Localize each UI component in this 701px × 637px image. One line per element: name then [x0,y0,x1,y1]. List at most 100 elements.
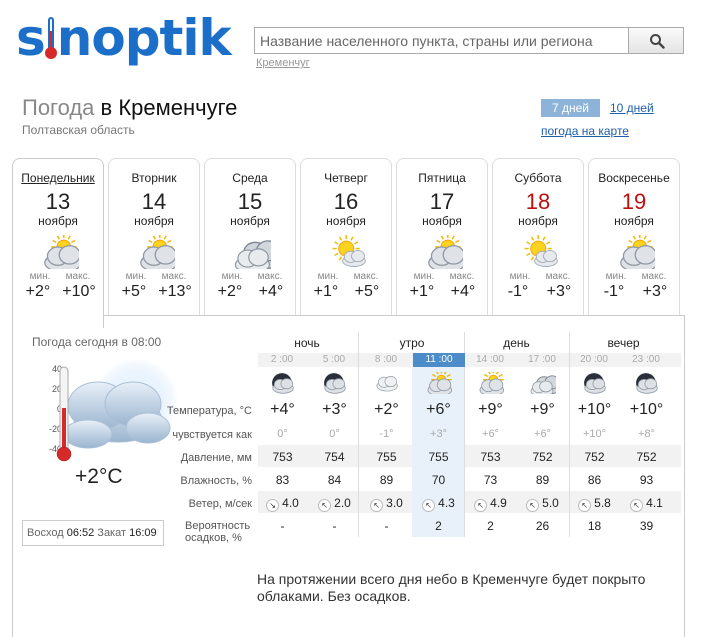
hour-temperature: +6° [426,401,451,418]
day-tab[interactable]: Понедельник 13 ноября мин. макс. +2° +10… [12,158,104,328]
night-cloudy-icon [580,372,608,399]
title-city: в Кременчуге [100,95,238,120]
search-icon [650,34,665,49]
hour-precipitation: - [384,519,389,533]
hour-temperature: +4° [270,401,295,418]
min-temp: +5° [121,283,147,300]
wind-speed: 4.3 [438,496,455,510]
day-description: На протяжении всего дня небо в Кременчуг… [257,571,646,604]
hour-label: 11 :00 [413,353,465,367]
hour-feels-like: +3° [430,428,447,440]
sunrise-time: 06:52 [66,527,95,539]
hour-humidity: 86 [587,473,602,487]
hour-precipitation: 39 [639,519,654,533]
max-label: макс. [257,271,283,282]
day-month: ноября [134,214,174,228]
hour-wind: ↖ 4.1 [620,496,673,512]
hour-wind: ↖ 4.9 [464,496,517,512]
wind-speed: 2.0 [334,496,351,510]
min-temp: +2° [217,283,243,300]
hour-wind: ↖ 2.0 [308,496,361,512]
search-input[interactable] [255,28,629,53]
max-temp: +4° [450,283,476,300]
sun-cloud-icon [327,235,367,274]
sinoptik-logo[interactable]: s noptik [16,8,232,68]
min-temp: -1° [603,283,625,300]
day-tab[interactable]: Четверг 16 ноября мин. макс. +1° +5° [300,158,392,316]
day-tab[interactable]: Воскресенье 19 ноября мин. макс. -1° +3° [588,158,680,316]
hour-humidity: 93 [639,473,654,487]
max-label: макс. [161,271,187,282]
day-name: Суббота [514,171,562,185]
day-part-label: ночь [294,336,320,350]
hour-wind: ↖ 5.8 [568,496,621,512]
partly-cloudy-icon [423,234,467,274]
hour-pressure: 752 [532,450,553,464]
hour-label: 14 :00 [476,354,504,365]
hour-label: 5 :00 [322,354,346,365]
sunset-label: Закат [97,527,127,539]
search-button[interactable] [628,28,683,53]
row-label-humidity: Влажность, % [180,475,252,487]
sun-times: Восход 06:52 Закат 16:09 [22,520,164,546]
wind-speed: 5.8 [594,496,611,510]
wind-direction-icon: ↖ [474,499,488,512]
hour-precipitation: 2 [435,519,442,533]
hour-temperature: +3° [322,401,347,418]
hour-pressure: 752 [584,450,605,464]
day-name: Понедельник [21,171,95,185]
weather-map-link[interactable]: погода на карте [541,124,629,138]
night-cloudy-icon [268,372,296,399]
wind-direction-icon: ↘ [266,499,280,512]
hour-humidity: 89 [535,473,550,487]
day-tab[interactable]: Среда 15 ноября мин. макс. +2° +4° [204,158,296,316]
min-temp: +1° [313,283,339,300]
hour-humidity: 89 [379,473,394,487]
wind-direction-icon: ↖ [370,499,384,512]
hour-pressure: 752 [636,450,657,464]
day-date: 14 [141,189,167,214]
hour-feels-like: +8° [638,428,655,440]
day-tab[interactable]: Суббота 18 ноября мин. макс. -1° +3° [492,158,584,316]
tab-7-days[interactable]: 7 дней [541,99,600,117]
hour-wind: ↖ 3.0 [360,496,413,512]
hour-feels-like: -1° [379,428,394,440]
hour-label: 20 :00 [580,354,608,365]
min-temp: -1° [507,283,529,300]
partly-cloudy-icon [424,369,453,399]
sunset-time: 16:09 [129,527,157,539]
wind-direction-icon: ↖ [578,499,592,512]
day-date: 18 [525,189,551,214]
hour-label: 8 :00 [374,354,398,365]
hour-feels-like: +6° [534,428,551,440]
hour-feels-like: +6° [482,428,499,440]
current-weather-label: Погода сегодня в 08:00 [32,335,162,349]
day-tab[interactable]: Пятница 17 ноября мин. макс. +1° +4° [396,158,488,316]
day-date: 13 [45,189,71,214]
day-date: 19 [621,189,647,214]
wind-direction-icon: ↖ [422,499,436,512]
tab-10-days-link[interactable]: 10 дней [610,101,654,115]
min-label: мин. [125,271,147,282]
day-tab[interactable]: Вторник 14 ноября мин. макс. +5° +13° [108,158,200,316]
day-month: ноября [614,214,654,228]
night-cloudy-icon [632,372,660,399]
day-part-label: утро [399,336,425,350]
day-month: ноября [38,214,78,228]
max-temp: +3° [546,283,572,300]
hour-temperature: +9° [530,401,555,418]
max-label: макс. [353,271,379,282]
hour-humidity: 73 [483,473,498,487]
day-name: Пятница [418,171,466,185]
hour-temperature: +10° [629,401,664,418]
page-title: Погода в Кременчуге [22,95,237,121]
hour-pressure: 755 [428,450,449,464]
search-hint-link[interactable]: Кременчуг [256,57,310,69]
hour-label: 17 :00 [528,354,556,365]
hour-pressure: 753 [480,450,501,464]
day-part-label: день [503,336,530,350]
current-temperature: +2°C [75,465,123,488]
hour-wind: ↖ 5.0 [516,496,569,512]
partly-cloudy-icon [135,234,179,274]
partly-cloudy-icon [39,234,83,274]
